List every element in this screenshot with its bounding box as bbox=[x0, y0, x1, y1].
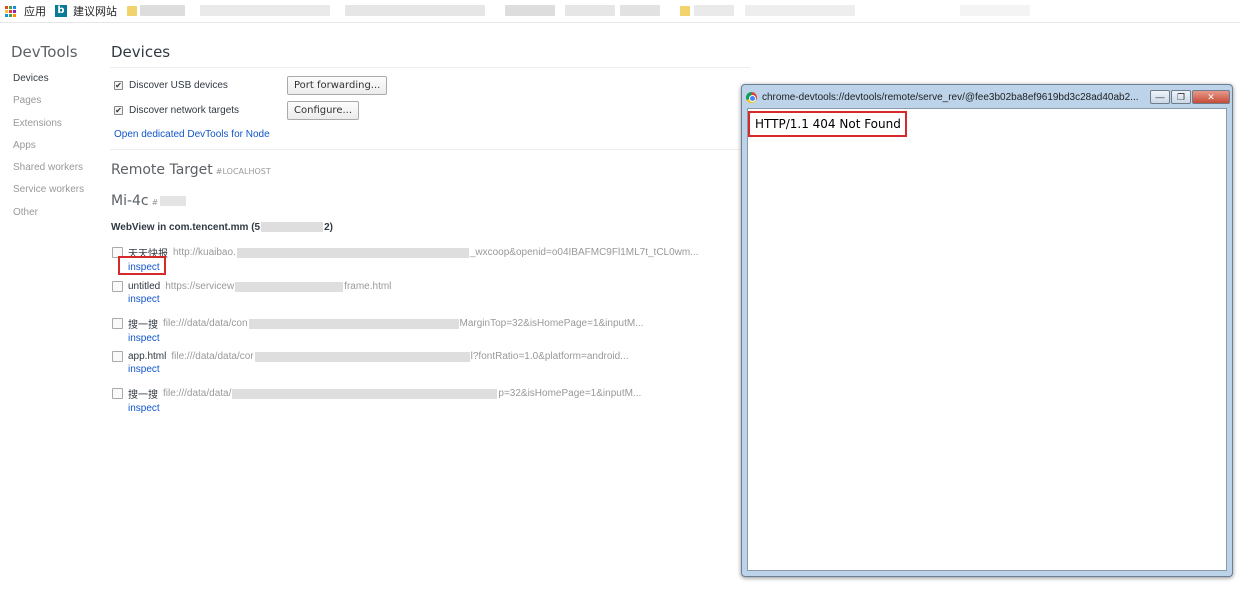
remote-target-host: #LOCALHOST bbox=[215, 167, 271, 176]
bookmark-suggested-sites[interactable]: b 建议网站 bbox=[55, 0, 117, 23]
target-row: untitled https://servicew frame.html insp… bbox=[112, 281, 391, 311]
chrome-icon bbox=[746, 91, 757, 103]
devtools-popup-window: chrome-devtools://devtools/remote/serve_… bbox=[741, 84, 1233, 577]
device-heading: Mi-4c # bbox=[111, 193, 187, 209]
target-url-end: p=32&isHomePage=1&inputM... bbox=[498, 388, 642, 399]
bookmarks-bar: 应用 b 建议网站 bbox=[0, 0, 1240, 23]
sidebar-item-service-workers[interactable]: Service workers bbox=[13, 183, 84, 205]
bing-icon: b bbox=[55, 5, 67, 17]
discover-network-checkbox[interactable]: ✔ bbox=[114, 106, 123, 115]
inspect-link[interactable]: inspect bbox=[128, 333, 644, 344]
inspect-highlight-box bbox=[118, 256, 166, 275]
blurred-bookmark[interactable] bbox=[694, 5, 734, 16]
sidebar-item-extensions[interactable]: Extensions bbox=[13, 117, 84, 139]
port-forwarding-button[interactable]: Port forwarding... bbox=[287, 76, 388, 95]
blurred-bookmark[interactable] bbox=[140, 5, 185, 16]
target-url-start: file:///data/data/ bbox=[163, 388, 232, 399]
sidebar-item-pages[interactable]: Pages bbox=[13, 94, 84, 116]
blurred-bookmark[interactable] bbox=[745, 5, 855, 16]
webview-heading: WebView in com.tencent.mm (5 2) bbox=[111, 222, 333, 233]
sidebar-item-apps[interactable]: Apps bbox=[13, 139, 84, 161]
devices-panel: Devices ✔ Discover USB devices Port forw… bbox=[110, 23, 750, 606]
target-url-start: https://servicew bbox=[165, 281, 235, 292]
target-url-end: MarginTop=32&isHomePage=1&inputM... bbox=[459, 318, 644, 329]
configure-button[interactable]: Configure... bbox=[287, 101, 360, 120]
target-title: app.html bbox=[128, 351, 167, 362]
target-url-end: _wxcoop&openid=o04IBAFMC9Fl1ML7t_tCL0wm.… bbox=[469, 247, 699, 258]
target-checkbox[interactable] bbox=[112, 281, 123, 292]
blurred-bookmark[interactable] bbox=[200, 5, 330, 16]
inspect-link[interactable]: inspect bbox=[128, 364, 629, 375]
section-divider bbox=[110, 149, 750, 150]
target-row: 天天快报 http://kuaibao. _wxcoop&openid=o04IB… bbox=[112, 245, 699, 275]
remote-target-heading: Remote Target #LOCALHOST bbox=[111, 162, 271, 178]
target-url-start: http://kuaibao. bbox=[173, 247, 236, 258]
target-url-end: l?fontRatio=1.0&platform=android... bbox=[470, 351, 629, 362]
close-icon[interactable]: ✕ bbox=[1192, 90, 1230, 104]
target-row: 搜一搜 file:///data/data/con MarginTop=32&is… bbox=[112, 316, 644, 346]
redacted-url bbox=[236, 247, 469, 258]
webview-label-end: 2) bbox=[324, 222, 334, 233]
remote-target-title: Remote Target bbox=[111, 162, 213, 178]
minimize-icon[interactable]: — bbox=[1150, 90, 1170, 104]
popup-content: HTTP/1.1 404 Not Found bbox=[747, 108, 1227, 571]
discover-usb-checkbox[interactable]: ✔ bbox=[114, 81, 123, 90]
redacted-serial bbox=[160, 196, 187, 206]
target-checkbox[interactable] bbox=[112, 318, 123, 329]
bookmark-folder-icon[interactable] bbox=[680, 6, 690, 16]
target-url-start: file:///data/data/cor bbox=[171, 351, 254, 362]
restore-icon[interactable]: ❐ bbox=[1171, 90, 1191, 104]
redacted-url bbox=[248, 318, 459, 329]
blurred-bookmark[interactable] bbox=[345, 5, 485, 16]
inspect-link[interactable]: inspect bbox=[128, 262, 699, 273]
bookmark-apps[interactable]: 应用 bbox=[0, 0, 46, 23]
target-url-start: file:///data/data/con bbox=[163, 318, 248, 329]
device-name: Mi-4c bbox=[111, 193, 149, 209]
target-row: 搜一搜 file:///data/data/p=32&isHomePage=1&… bbox=[112, 386, 641, 416]
inspect-link[interactable]: inspect bbox=[128, 294, 391, 305]
page-title: Devices bbox=[111, 43, 171, 61]
target-checkbox[interactable] bbox=[112, 388, 123, 399]
target-title: untitled bbox=[128, 281, 161, 292]
sidebar-item-shared-workers[interactable]: Shared workers bbox=[13, 161, 84, 183]
bookmark-folder-icon[interactable] bbox=[127, 6, 137, 16]
popup-title: chrome-devtools://devtools/remote/serve_… bbox=[762, 91, 1139, 103]
sidebar-item-devices[interactable]: Devices bbox=[13, 72, 84, 94]
sidebar-item-other[interactable]: Other bbox=[13, 206, 84, 228]
discover-network-label: Discover network targets bbox=[129, 105, 240, 116]
blurred-bookmark[interactable] bbox=[565, 5, 615, 16]
discover-usb-option[interactable]: ✔ Discover USB devices bbox=[114, 80, 228, 91]
apps-grid-icon bbox=[5, 5, 16, 17]
blurred-bookmark[interactable] bbox=[960, 5, 1030, 16]
redacted-url bbox=[235, 281, 344, 292]
device-serial: # bbox=[151, 198, 159, 207]
target-url-end: frame.html bbox=[344, 281, 392, 292]
status-highlight-box bbox=[748, 111, 907, 137]
blurred-bookmark[interactable] bbox=[620, 5, 660, 16]
sidebar: DevTools Devices Pages Extensions Apps S… bbox=[0, 23, 100, 606]
header-divider bbox=[110, 67, 750, 68]
devtools-brand: DevTools bbox=[11, 43, 78, 61]
target-checkbox[interactable] bbox=[112, 351, 123, 362]
bookmark-apps-label: 应用 bbox=[24, 6, 46, 18]
blurred-bookmark[interactable] bbox=[505, 5, 555, 16]
redacted-url bbox=[232, 388, 498, 399]
target-title: 搜一搜 bbox=[128, 320, 158, 331]
target-row: app.html file:///data/data/cor l?fontRati… bbox=[112, 351, 629, 381]
bookmark-suggested-label: 建议网站 bbox=[73, 6, 117, 18]
discover-network-option[interactable]: ✔ Discover network targets bbox=[114, 105, 239, 116]
open-node-devtools-link[interactable]: Open dedicated DevTools for Node bbox=[114, 129, 270, 140]
discover-usb-label: Discover USB devices bbox=[129, 80, 228, 91]
target-title: 搜一搜 bbox=[128, 390, 158, 401]
redacted-version bbox=[261, 222, 324, 233]
webview-label: WebView in com.tencent.mm (5 bbox=[111, 222, 261, 233]
window-controls: — ❐ ✕ bbox=[1149, 90, 1230, 104]
popup-titlebar[interactable]: chrome-devtools://devtools/remote/serve_… bbox=[746, 87, 1230, 107]
inspect-link[interactable]: inspect bbox=[128, 403, 641, 414]
redacted-url bbox=[254, 351, 470, 362]
sidebar-nav: Devices Pages Extensions Apps Shared wor… bbox=[13, 72, 84, 228]
